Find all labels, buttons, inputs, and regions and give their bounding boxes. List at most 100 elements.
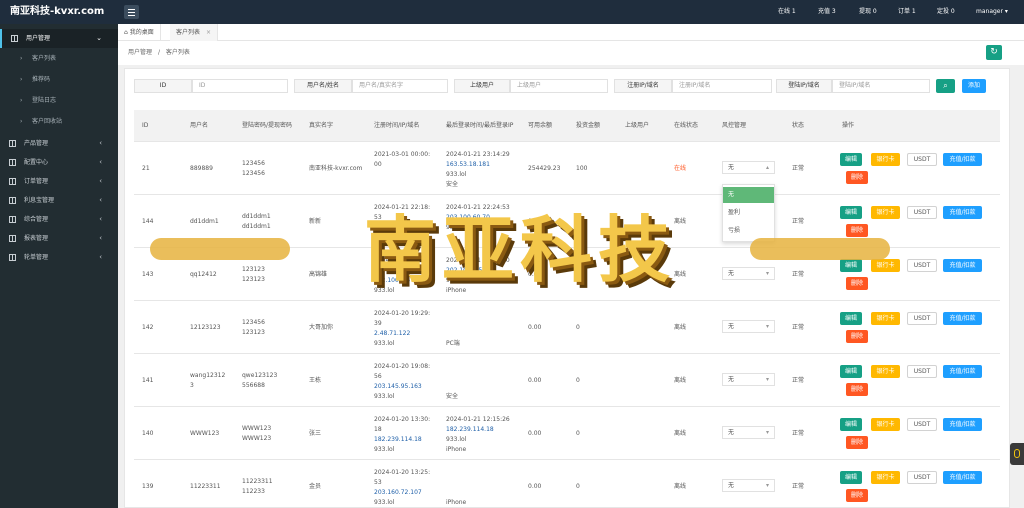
- delete-button[interactable]: 删除: [846, 383, 868, 396]
- breadcrumb-parent[interactable]: 用户管理: [128, 49, 152, 56]
- edit-button[interactable]: 编辑: [840, 153, 862, 166]
- usdt-button[interactable]: USDT: [907, 312, 937, 325]
- charge-deduct-button[interactable]: 充值/扣款: [943, 365, 982, 378]
- edit-button[interactable]: 编辑: [840, 259, 862, 272]
- sidebar-item-general[interactable]: 综合管理 ‹: [0, 210, 118, 229]
- sidebar-sub-referral-code[interactable]: › 推荐码: [0, 69, 118, 90]
- cell-status: 正常: [792, 324, 805, 331]
- edit-button[interactable]: 编辑: [840, 418, 862, 431]
- usdt-button[interactable]: USDT: [907, 153, 937, 166]
- edit-button[interactable]: 编辑: [840, 471, 862, 484]
- cell-withdraw-password: 112233: [242, 488, 265, 495]
- bank-card-button[interactable]: 银行卡: [871, 418, 900, 431]
- parent-input[interactable]: 上级用户: [510, 79, 608, 93]
- order-count[interactable]: 订单 1: [898, 0, 916, 24]
- online-count[interactable]: 在线 1: [778, 0, 796, 24]
- bank-card-button[interactable]: 银行卡: [871, 259, 900, 272]
- cell-last-device: iPhone: [446, 287, 467, 294]
- risk-select[interactable]: 无▾: [722, 426, 775, 439]
- bank-card-button[interactable]: 银行卡: [871, 312, 900, 325]
- risk-option[interactable]: 无: [723, 187, 774, 203]
- risk-select[interactable]: 无▾: [722, 267, 775, 280]
- charge-deduct-button[interactable]: 充值/扣款: [943, 206, 982, 219]
- close-icon[interactable]: ×: [206, 29, 211, 36]
- floating-tool-button[interactable]: [1010, 443, 1024, 465]
- usdt-button[interactable]: USDT: [907, 471, 937, 484]
- cell-withdraw-password: 123123: [242, 329, 265, 336]
- risk-select[interactable]: 无▾: [722, 320, 775, 333]
- sidebar-item-interest[interactable]: 利息宝管理 ‹: [0, 191, 118, 210]
- tab-home[interactable]: ⌂ 我的桌面: [118, 24, 161, 41]
- risk-count[interactable]: 定投 0: [937, 0, 955, 24]
- usdt-button[interactable]: USDT: [907, 259, 937, 272]
- cell-realname: 张三: [309, 430, 322, 437]
- edit-button[interactable]: 编辑: [840, 365, 862, 378]
- risk-select[interactable]: 无▾: [722, 479, 775, 492]
- delete-button[interactable]: 删除: [846, 489, 868, 502]
- sidebar-sub-login-log[interactable]: › 登陆日志: [0, 90, 118, 111]
- sidebar-item-config[interactable]: 配置中心 ‹: [0, 153, 118, 172]
- edit-button[interactable]: 编辑: [840, 312, 862, 325]
- risk-select[interactable]: 无 ▴: [722, 161, 775, 174]
- cell-reg-domain: 933.lol: [374, 393, 395, 400]
- sidebar-item-orders[interactable]: 订单管理 ‹: [0, 172, 118, 191]
- delete-button[interactable]: 删除: [846, 224, 868, 237]
- sidebar-item-reports[interactable]: 报表管理 ‹: [0, 229, 118, 248]
- sidebar-sub-customer-list[interactable]: › 客户列表: [0, 48, 118, 69]
- add-button[interactable]: 添加: [962, 79, 986, 93]
- sidebar-item-product[interactable]: 产品管理 ‹: [0, 134, 118, 153]
- risk-select-value: 无: [728, 429, 735, 436]
- menu-toggle-icon[interactable]: [124, 5, 139, 19]
- delete-button[interactable]: 删除: [846, 436, 868, 449]
- cell-reg-time-cont: 53: [374, 479, 382, 486]
- charge-deduct-button[interactable]: 充值/扣款: [943, 418, 982, 431]
- tab-customer-list[interactable]: 客户列表 ×: [170, 24, 218, 41]
- cell-reg-domain: 933.lol: [374, 499, 395, 506]
- usdt-button[interactable]: USDT: [907, 365, 937, 378]
- sidebar-sub-recycle-bin[interactable]: › 客户回收站: [0, 111, 118, 132]
- bank-card-button[interactable]: 银行卡: [871, 153, 900, 166]
- sidebar-item-user-mgmt[interactable]: 用户管理 ⌄: [0, 29, 118, 48]
- cell-last-domain: 933.lol: [446, 277, 467, 284]
- charge-deduct-button[interactable]: 充值/扣款: [943, 471, 982, 484]
- refresh-icon[interactable]: ↻: [986, 45, 1002, 60]
- bank-card-button[interactable]: 银行卡: [871, 471, 900, 484]
- app-logo[interactable]: 南亚科技-kvxr.com: [0, 0, 118, 24]
- delete-button[interactable]: 删除: [846, 171, 868, 184]
- recharge-count[interactable]: 充值 3: [818, 0, 836, 24]
- usdt-button[interactable]: USDT: [907, 418, 937, 431]
- sidebar-item-rotation[interactable]: 轮单管理 ‹: [0, 248, 118, 267]
- edit-button[interactable]: 编辑: [840, 206, 862, 219]
- user-menu[interactable]: manager ▾: [976, 0, 1008, 24]
- charge-deduct-button[interactable]: 充值/扣款: [943, 259, 982, 272]
- cell-balance: 0.00: [528, 218, 542, 225]
- id-input[interactable]: ID: [192, 79, 288, 93]
- charge-deduct-button[interactable]: 充值/扣款: [943, 312, 982, 325]
- cell-last-device: 安全: [446, 181, 459, 188]
- risk-option[interactable]: 盈利: [723, 205, 774, 221]
- username-input[interactable]: 用户名/真实名字: [352, 79, 448, 93]
- cell-online-status: 离线: [674, 271, 687, 278]
- risk-select[interactable]: 无▾: [722, 373, 775, 386]
- reg-ip-input[interactable]: 注册IP/域名: [672, 79, 772, 93]
- cell-withdraw-password: dd1ddm1: [242, 223, 271, 230]
- sidebar-sub-label: 推荐码: [32, 76, 51, 83]
- risk-option[interactable]: 亏损: [723, 223, 774, 239]
- cell-last-time: 2024-01-21 23:14:29: [446, 151, 510, 158]
- usdt-button[interactable]: USDT: [907, 206, 937, 219]
- cell-id: 21: [142, 165, 150, 172]
- chevron-left-icon: ‹: [99, 139, 102, 147]
- cell-login-password: 123123: [242, 266, 265, 273]
- login-ip-input[interactable]: 登陆IP/域名: [832, 79, 930, 93]
- withdraw-count[interactable]: 提现 0: [859, 0, 877, 24]
- cell-reg-time: 2024-01-20 13:30:: [374, 416, 431, 423]
- delete-button[interactable]: 删除: [846, 277, 868, 290]
- bank-card-button[interactable]: 银行卡: [871, 365, 900, 378]
- search-button[interactable]: ⌕: [936, 79, 955, 93]
- bank-card-button[interactable]: 银行卡: [871, 206, 900, 219]
- delete-button[interactable]: 删除: [846, 330, 868, 343]
- chevron-right-icon: ›: [20, 76, 23, 83]
- cell-reg-ip: 203.160.72.107: [374, 489, 422, 496]
- charge-deduct-button[interactable]: 充值/扣款: [943, 153, 982, 166]
- cell-balance: 0.00: [528, 271, 542, 278]
